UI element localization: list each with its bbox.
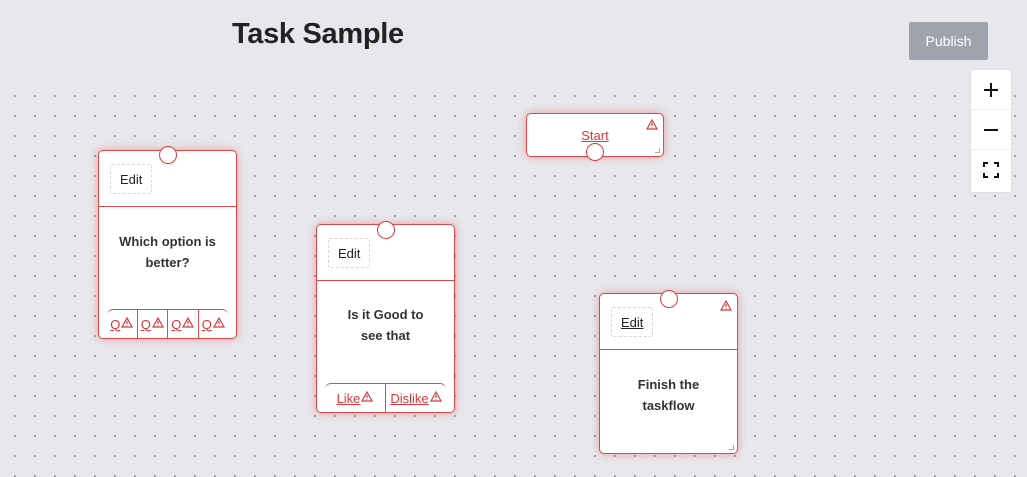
zoom-out-button[interactable] [971,110,1011,150]
edit-button[interactable]: Edit [328,238,371,268]
answer-label: Q [171,316,182,332]
resize-handle[interactable] [729,445,734,450]
output-handle[interactable] [586,143,604,161]
publish-button[interactable]: Publish [909,22,988,60]
warning-icon [429,390,442,402]
resize-handle[interactable] [655,148,660,153]
answer-label: Q [110,316,121,332]
warning-icon [646,119,658,130]
fit-view-button[interactable] [971,150,1011,190]
zoom-in-button[interactable] [971,70,1011,110]
end-text: Finish the taskflow [637,377,700,413]
answer-row: Q Q Q Q [107,309,228,338]
warning-icon [121,316,134,328]
start-node-label[interactable]: Start [527,128,663,143]
node-header: Edit [317,225,454,281]
fit-view-icon [983,162,999,178]
edit-button[interactable]: Edit [611,307,654,337]
answer-label: Q [201,316,212,332]
answer-option[interactable]: Q [167,310,198,338]
page-title: Task Sample [232,18,404,50]
start-node[interactable]: Start [526,113,664,161]
node-header: Edit [600,294,737,350]
warning-icon [182,316,195,328]
answer-label: Like [336,390,361,406]
warning-icon [212,316,225,328]
plus-icon [984,82,998,97]
node-header: Edit [99,151,236,207]
answer-dislike[interactable]: Dislike [385,384,446,412]
minus-icon [984,128,998,131]
question-text: Which option is better? [119,234,216,270]
warning-icon [151,316,164,328]
answer-label: Dislike [390,390,429,406]
answer-label: Q [140,316,151,332]
answer-like[interactable]: Like [325,384,385,412]
question-node-2[interactable]: Edit Is it Good to see that Like Dislike [316,221,455,413]
warning-icon [361,390,374,402]
answer-option[interactable]: Q [197,310,229,338]
end-node[interactable]: Edit Finish the taskflow [599,290,738,454]
answer-row: Like Dislike [325,383,446,412]
question-text: Is it Good to see that [347,307,424,343]
answer-option[interactable]: Q [107,310,137,338]
edit-button[interactable]: Edit [110,164,153,194]
question-node-1[interactable]: Edit Which option is better? Q Q Q Q [98,146,237,339]
zoom-controls [971,70,1011,192]
answer-option[interactable]: Q [136,310,168,338]
